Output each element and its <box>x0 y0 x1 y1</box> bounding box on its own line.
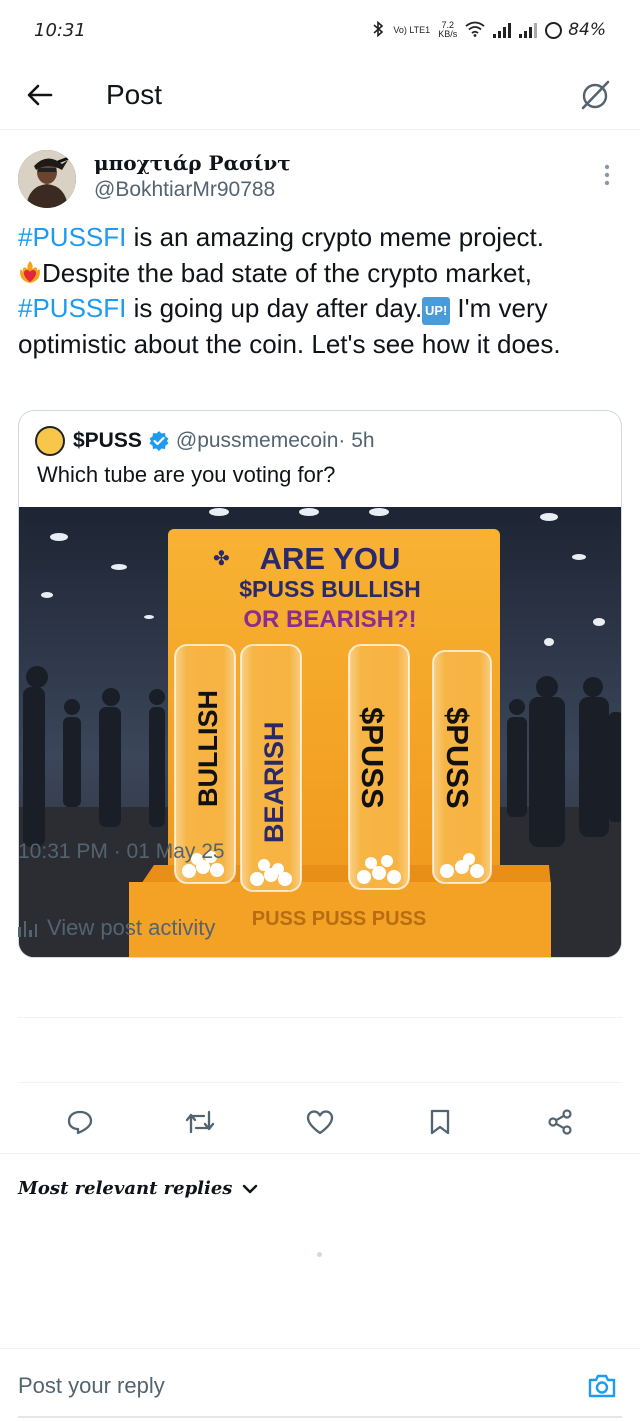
quoted-post-header: $PUSS @pussmemecoin · 5h <box>19 411 621 456</box>
quoted-author-handle: @pussmemecoin <box>175 429 339 452</box>
up-emoji-icon: UP! <box>422 297 451 325</box>
repost-icon <box>185 1110 215 1134</box>
author-handle[interactable]: @BokhtiarMr90788 <box>94 176 291 204</box>
post: μποχτιάρ Ρασίντ @BokhtiarMr90788 #PUSSFI… <box>0 130 640 958</box>
battery-icon <box>545 21 563 39</box>
app-header: Post <box>0 60 640 130</box>
tube-label-1: BULLISH <box>193 690 223 807</box>
hashtag-link[interactable]: #PUSSFI <box>18 293 126 323</box>
chevron-down-icon <box>243 1184 258 1193</box>
quoted-post[interactable]: $PUSS @pussmemecoin · 5h Which tube are … <box>18 410 622 958</box>
grok-button[interactable] <box>560 60 630 130</box>
bluetooth-icon <box>371 20 385 41</box>
divider <box>18 1082 622 1083</box>
more-options-button[interactable] <box>592 150 622 200</box>
more-vertical-icon <box>604 164 610 186</box>
avatar[interactable] <box>18 150 76 208</box>
hashtag-link[interactable]: #PUSSFI <box>18 222 126 252</box>
post-text: #PUSSFI is an amazing crypto meme projec… <box>0 210 640 362</box>
battery-status: 84% <box>545 20 606 40</box>
quoted-author-name: $PUSS <box>73 429 142 452</box>
camera-button[interactable] <box>582 1366 622 1406</box>
status-icons: Vo) LTE1 7.2 KB/s 84% <box>371 20 606 41</box>
bookmark-button[interactable] <box>415 1097 465 1147</box>
quoted-post-age: · 5h <box>338 429 375 452</box>
divider <box>18 1017 622 1018</box>
view-post-activity-link[interactable]: View post activity <box>18 905 215 951</box>
tube-3: $PUSS <box>348 644 410 890</box>
quoted-avatar <box>35 426 65 456</box>
author-row: μποχτιάρ Ρασίντ @BokhtiarMr90788 <box>0 130 640 210</box>
reply-icon <box>67 1110 93 1135</box>
view-post-activity-label: View post activity <box>47 915 216 940</box>
base-text: PUSS PUSS PUSS <box>252 908 427 930</box>
page-title: Post <box>106 78 163 110</box>
author-display-name[interactable]: μποχτιάρ Ρασίντ <box>94 150 291 176</box>
sparkle-icon: ✤ <box>213 546 230 570</box>
network-speed-unit: KB/s <box>438 29 458 39</box>
back-button[interactable] <box>0 60 80 130</box>
author-names: μποχτιάρ Ρασίντ @BokhtiarMr90788 <box>94 150 291 204</box>
signal-icon-1 <box>493 22 512 38</box>
battery-percent: 84% <box>568 20 606 40</box>
camera-icon <box>588 1374 616 1397</box>
share-icon <box>548 1109 572 1135</box>
heart-on-fire-emoji-icon <box>20 260 40 283</box>
analytics-icon <box>18 919 37 937</box>
quoted-post-text: Which tube are you voting for? <box>37 462 336 487</box>
share-button[interactable] <box>535 1097 585 1147</box>
tube-4: $PUSS <box>432 650 492 884</box>
tube-2: BEARISH <box>240 644 302 892</box>
post-text-part: is going up day after day. <box>126 293 423 323</box>
board-headline-3: OR BEARISH?! <box>243 606 416 633</box>
quoted-post-image[interactable]: PUSS PUSS PUSS ✤ ARE YOU $PUSS BULLISH O… <box>19 507 621 957</box>
status-time: 10:31 <box>34 19 86 41</box>
heart-icon <box>306 1110 334 1135</box>
tube-label-4: $PUSS <box>440 707 475 809</box>
home-indicator <box>18 1416 622 1418</box>
post-timestamp: 10:31 PM · 01 May 25 <box>18 840 225 863</box>
loading-indicator <box>317 1252 322 1257</box>
arrow-left-icon <box>27 84 53 105</box>
voting-tubes-photo: PUSS PUSS PUSS ✤ ARE YOU $PUSS BULLISH O… <box>19 507 621 957</box>
post-actions <box>0 1088 640 1156</box>
tube-label-2: BEARISH <box>259 721 289 843</box>
divider <box>0 1153 640 1154</box>
signal-icon-2 <box>519 22 538 38</box>
reply-input[interactable]: Post your reply <box>18 1373 165 1399</box>
like-button[interactable] <box>295 1097 345 1147</box>
reply-sort-dropdown[interactable]: Most relevant replies <box>18 1178 258 1199</box>
reply-composer[interactable]: Post your reply <box>0 1348 640 1422</box>
network-speed: 7.2 KB/s <box>438 21 457 39</box>
post-text-part: Despite the bad state of the crypto mark… <box>42 257 532 288</box>
bookmark-icon <box>430 1109 450 1135</box>
board-headline-2: $PUSS BULLISH <box>239 576 420 602</box>
reply-sort-label: Most relevant replies <box>18 1178 233 1199</box>
board-headline-1: ARE YOU <box>260 541 401 576</box>
repost-button[interactable] <box>175 1097 225 1147</box>
reply-button[interactable] <box>55 1097 105 1147</box>
grok-icon <box>581 80 610 109</box>
network-type: Vo) LTE1 <box>393 24 431 35</box>
wifi-icon <box>465 21 485 40</box>
tube-label-3: $PUSS <box>355 707 390 809</box>
status-bar: 10:31 Vo) LTE1 7.2 KB/s 84% <box>0 0 640 60</box>
verified-badge-icon <box>149 431 169 451</box>
post-text-part: is an amazing crypto meme project. <box>126 222 544 252</box>
